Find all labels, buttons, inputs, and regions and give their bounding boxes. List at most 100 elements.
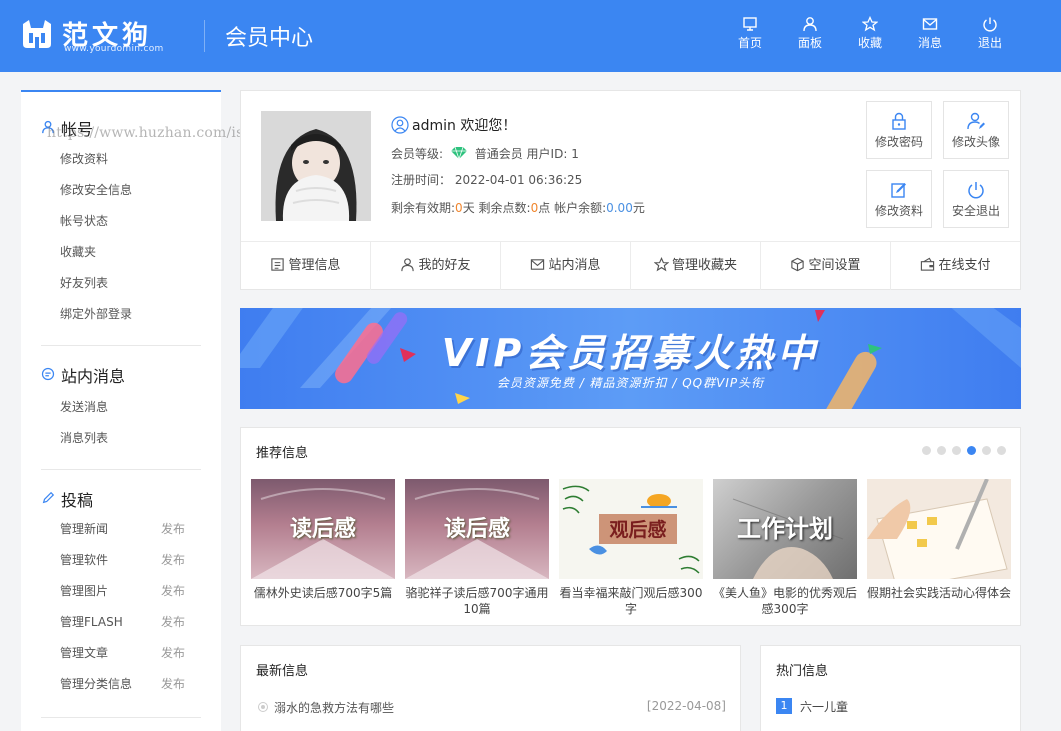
- nav-messages[interactable]: 消息: [900, 16, 960, 51]
- register-time-label: 注册时间：: [391, 173, 452, 187]
- change-avatar-button[interactable]: 修改头像: [943, 101, 1009, 159]
- sidebar-item-message-list[interactable]: 消息列表: [60, 429, 108, 446]
- sidebar-item-friends[interactable]: 好友列表: [60, 274, 108, 291]
- valid-period-unit: 天: [462, 201, 475, 215]
- recommend-thumbnail: 工作计划: [713, 479, 857, 579]
- nav-favorites-label: 收藏: [857, 36, 882, 50]
- sidebar-item-manage-software[interactable]: 管理软件: [60, 551, 108, 568]
- change-avatar-label: 修改头像: [951, 135, 1000, 149]
- sidebar-item-favorites[interactable]: 收藏夹: [60, 243, 96, 260]
- tab-manage-info[interactable]: 管理信息: [241, 242, 371, 290]
- recommend-caption: 《美人鱼》电影的优秀观后感300字: [713, 586, 858, 616]
- tab-online-payment[interactable]: 在线支付: [891, 242, 1020, 290]
- sidebar-item-edit-profile[interactable]: 修改资料: [60, 150, 108, 167]
- user-id-label: 用户ID:: [526, 147, 568, 161]
- nav-logout[interactable]: 退出: [960, 16, 1020, 51]
- tab-my-friends[interactable]: 我的好友: [371, 242, 501, 290]
- thumb-text: 读后感: [443, 517, 510, 542]
- hot-title: 热门信息: [776, 664, 829, 679]
- sidebar-item-security-info[interactable]: 修改安全信息: [60, 181, 132, 198]
- latest-panel: 最新信息 溺水的急救方法有哪些 [2022-04-08]: [240, 645, 741, 731]
- recommend-item[interactable]: 读后感 儒林外史读后感700字5篇: [251, 479, 395, 601]
- recommend-caption: 假期社会实践活动心得体会: [867, 586, 1012, 600]
- recommend-item[interactable]: 读后感 骆驼祥子读后感700字通用10篇: [405, 479, 549, 617]
- register-time-line: 注册时间： 2022-04-01 06:36:25: [391, 171, 582, 188]
- mail-icon: [531, 259, 545, 270]
- recommend-thumbnail: [867, 479, 1011, 579]
- mail-icon: [922, 18, 938, 30]
- latest-title: 最新信息: [256, 664, 309, 679]
- sidebar-submit-title: 投稿: [61, 491, 94, 510]
- sidebar-item-manage-flash[interactable]: 管理FLASH: [60, 613, 123, 630]
- news-row[interactable]: 溺水的急救方法有哪些 [2022-04-08]: [256, 699, 726, 717]
- valid-period-label: 剩余有效期:: [391, 201, 456, 215]
- recommend-caption: 骆驼祥子读后感700字通用10篇: [405, 586, 549, 616]
- page-title: 会员中心: [225, 26, 314, 51]
- power-icon: [968, 182, 984, 199]
- carousel-dot[interactable]: [937, 446, 946, 455]
- publish-classifieds-link[interactable]: 发布: [161, 675, 185, 692]
- sidebar-item-send-message[interactable]: 发送消息: [60, 398, 108, 415]
- vip-banner[interactable]: VIP会员招募火热中 会员资源免费 / 精品资源折扣 / QQ群VIP头衔: [240, 308, 1021, 409]
- recommend-thumbnail: 读后感: [251, 479, 395, 579]
- carousel-dot[interactable]: [967, 446, 976, 455]
- nav-panel-label: 面板: [797, 36, 822, 50]
- diamond-icon: [450, 146, 467, 161]
- recommend-item[interactable]: 观后感 看当幸福来敲门观后感300字: [559, 479, 703, 617]
- recommend-caption: 看当幸福来敲门观后感300字: [559, 586, 703, 616]
- publish-flash-link[interactable]: 发布: [161, 613, 185, 630]
- carousel-dots: [916, 444, 1006, 455]
- top-header: 范文狗 www.yourdomin.com 会员中心 首页 面板 收藏 消息 退…: [0, 0, 1061, 72]
- thumb-text: 读后感: [289, 517, 356, 542]
- user-id-value: 1: [571, 147, 579, 161]
- nav-panel[interactable]: 面板: [780, 16, 840, 51]
- safe-logout-button[interactable]: 安全退出: [943, 170, 1009, 228]
- publish-software-link[interactable]: 发布: [161, 551, 185, 568]
- publish-news-link[interactable]: 发布: [161, 520, 185, 537]
- carousel-dot[interactable]: [982, 446, 991, 455]
- sidebar-item-manage-articles[interactable]: 管理文章: [60, 644, 108, 661]
- hot-panel: 热门信息 1 六一儿童: [760, 645, 1021, 731]
- carousel-dot[interactable]: [952, 446, 961, 455]
- sidebar-item-manage-classifieds[interactable]: 管理分类信息: [60, 675, 132, 692]
- tab-space-settings[interactable]: 空间设置: [761, 242, 891, 290]
- member-level-value: 普通会员: [474, 147, 523, 161]
- avatar[interactable]: [261, 111, 371, 221]
- safe-logout-label: 安全退出: [951, 204, 1000, 218]
- edit-icon: [891, 183, 906, 198]
- sidebar-item-account-status[interactable]: 帐号状态: [60, 212, 108, 229]
- recommend-item[interactable]: 假期社会实践活动心得体会: [867, 479, 1011, 601]
- nav-logout-label: 退出: [977, 36, 1002, 50]
- site-logo[interactable]: 范文狗 www.yourdomin.com: [20, 14, 163, 58]
- hot-item-title: 六一儿童: [800, 700, 849, 714]
- tab-site-messages[interactable]: 站内消息: [501, 242, 631, 290]
- carousel-dot[interactable]: [997, 446, 1006, 455]
- tab-manage-favorites[interactable]: 管理收藏夹: [631, 242, 761, 290]
- pen-icon: [42, 491, 55, 504]
- logo-domain: www.yourdomin.com: [64, 44, 164, 54]
- publish-images-link[interactable]: 发布: [161, 582, 185, 599]
- thumb-text: 观后感: [609, 519, 667, 541]
- sidebar-item-manage-images[interactable]: 管理图片: [60, 582, 108, 599]
- sidebar-divider: [41, 717, 201, 718]
- member-level-line: 会员等级: 普通会员 用户ID: 1: [391, 145, 579, 162]
- change-password-button[interactable]: 修改密码: [866, 101, 932, 159]
- nav-home[interactable]: 首页: [720, 16, 780, 51]
- star-icon: [862, 16, 878, 32]
- nav-favorites[interactable]: 收藏: [840, 16, 900, 51]
- sidebar-item-external-login[interactable]: 绑定外部登录: [60, 305, 132, 322]
- banner-title: VIP会员招募火热中: [441, 331, 820, 375]
- publish-articles-link[interactable]: 发布: [161, 644, 185, 661]
- edit-profile-button[interactable]: 修改资料: [866, 170, 932, 228]
- lock-icon: [892, 112, 906, 130]
- carousel-dot[interactable]: [922, 446, 931, 455]
- sidebar-item-manage-news[interactable]: 管理新闻: [60, 520, 108, 537]
- balance-label: 帐户余额:: [554, 201, 607, 215]
- star-icon: [653, 257, 670, 272]
- monitor-icon: [743, 17, 757, 31]
- wallet-icon: [921, 257, 935, 271]
- thumb-text: 工作计划: [737, 515, 833, 543]
- sidebar-account-title: 帐号: [61, 120, 94, 139]
- welcome-greeting: admin 欢迎您！: [391, 115, 516, 135]
- recommend-item[interactable]: 工作计划 《美人鱼》电影的优秀观后感300字: [713, 479, 857, 617]
